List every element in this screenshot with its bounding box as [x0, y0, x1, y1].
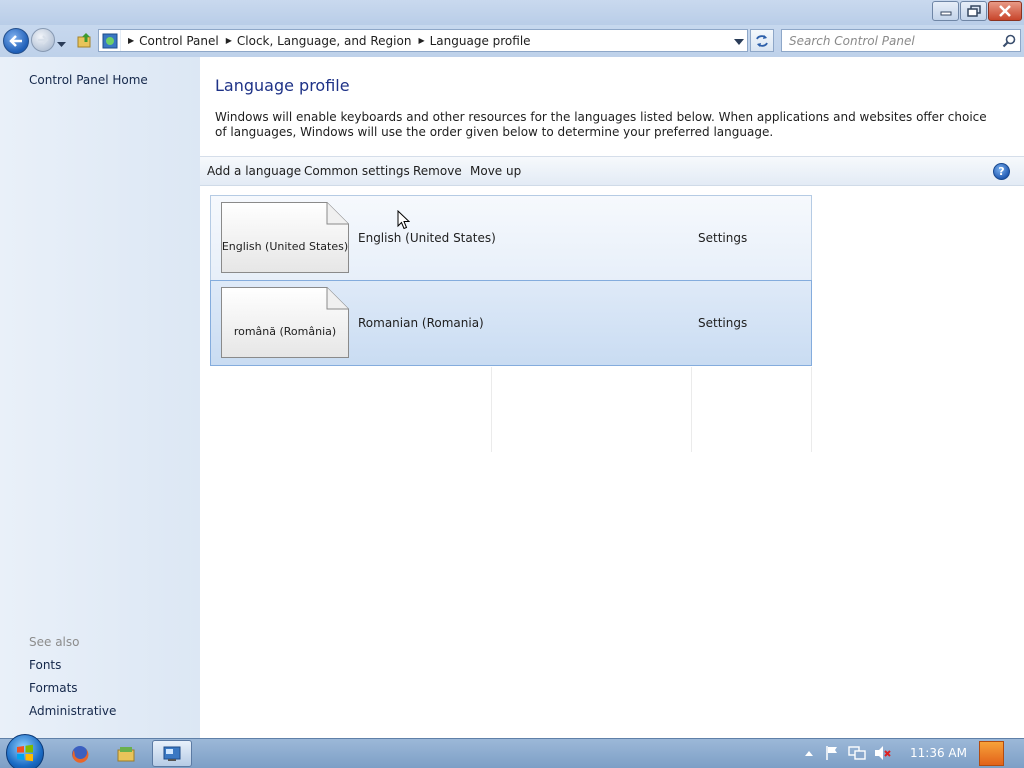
language-settings-link[interactable]: Settings	[698, 231, 747, 245]
page-description: Windows will enable keyboards and other …	[215, 110, 987, 139]
restore-icon	[966, 5, 981, 17]
close-icon	[999, 5, 1011, 17]
breadcrumb-clock-language-region[interactable]: Clock, Language, and Region	[237, 34, 412, 48]
windows-logo-icon	[17, 744, 33, 762]
taskbar-app-control-panel[interactable]	[152, 740, 192, 767]
command-bar: Add a language Common settings Remove Mo…	[200, 156, 1024, 186]
forward-button[interactable]	[31, 28, 55, 52]
language-row-romanian[interactable]: română (România) Romanian (Romania) Sett…	[210, 280, 812, 366]
see-also-formats-link[interactable]: Formats	[29, 681, 78, 695]
address-bar[interactable]: ▶ Control Panel ▶ Clock, Language, and R…	[98, 29, 748, 52]
volume-muted-icon[interactable]	[874, 745, 892, 761]
window-controls	[931, 1, 1022, 21]
back-button[interactable]	[3, 28, 29, 54]
maximize-button[interactable]	[960, 1, 987, 21]
language-tile: română (România)	[221, 287, 349, 358]
action-center-flag-icon[interactable]	[824, 745, 840, 761]
language-list: English (United States) English (United …	[210, 195, 812, 366]
task-pane: Control Panel Home See also Fonts Format…	[0, 57, 200, 738]
breadcrumb-separator-icon[interactable]: ▶	[128, 36, 134, 45]
show-desktop-button[interactable]	[979, 741, 1004, 766]
start-button[interactable]	[6, 734, 44, 768]
breadcrumb-separator-icon[interactable]: ▶	[226, 36, 232, 45]
notification-area	[804, 745, 892, 761]
search-input[interactable]	[782, 30, 992, 51]
column-divider	[691, 367, 692, 452]
folder-up-icon	[77, 33, 91, 48]
file-manager-icon	[117, 746, 135, 761]
control-panel-home-link[interactable]: Control Panel Home	[29, 73, 148, 87]
search-icon[interactable]	[1002, 34, 1016, 51]
add-language-button[interactable]: Add a language	[207, 164, 301, 178]
minimize-icon	[940, 11, 951, 16]
control-panel-icon	[163, 746, 181, 761]
mouse-cursor-icon	[397, 209, 411, 233]
breadcrumb-control-panel[interactable]: Control Panel	[139, 34, 219, 48]
language-name: English (United States)	[358, 231, 496, 245]
minimize-button[interactable]	[932, 1, 959, 21]
title-bar	[0, 0, 1024, 25]
show-hidden-icons-icon[interactable]	[804, 749, 814, 757]
taskbar-app-file-manager[interactable]	[106, 740, 146, 767]
navigation-bar: ▶ Control Panel ▶ Clock, Language, and R…	[0, 25, 1024, 57]
control-panel-icon	[99, 30, 121, 51]
document-icon	[221, 287, 349, 358]
refresh-button[interactable]	[750, 29, 774, 52]
close-button[interactable]	[988, 1, 1022, 21]
common-settings-button[interactable]: Common settings	[304, 164, 410, 178]
language-name: Romanian (Romania)	[358, 316, 484, 330]
help-icon[interactable]: ?	[993, 163, 1010, 180]
page-title: Language profile	[215, 76, 350, 95]
search-box	[781, 29, 1021, 52]
language-native-name: English (United States)	[221, 240, 349, 253]
move-up-button[interactable]: Move up	[470, 164, 521, 178]
taskbar: 11:36 AM	[0, 734, 1024, 768]
taskbar-app-firefox[interactable]	[60, 740, 100, 767]
document-icon	[221, 202, 349, 273]
breadcrumb-separator-icon[interactable]: ▶	[418, 36, 424, 45]
chevron-down-icon	[57, 42, 66, 47]
see-also-heading: See also	[29, 635, 80, 649]
remove-button[interactable]: Remove	[413, 164, 462, 178]
firefox-icon	[72, 745, 89, 763]
up-level-button[interactable]	[76, 31, 94, 52]
see-also-administrative-link[interactable]: Administrative	[29, 704, 116, 718]
chevron-down-icon	[734, 39, 744, 45]
system-clock[interactable]: 11:36 AM	[910, 746, 967, 760]
see-also-fonts-link[interactable]: Fonts	[29, 658, 61, 672]
network-icon[interactable]	[848, 745, 866, 761]
refresh-icon	[756, 34, 768, 47]
language-settings-link[interactable]: Settings	[698, 316, 747, 330]
column-divider	[491, 367, 492, 452]
address-dropdown-button[interactable]	[733, 36, 745, 50]
column-divider	[811, 367, 812, 452]
language-tile: English (United States)	[221, 202, 349, 273]
language-native-name: română (România)	[233, 325, 337, 338]
forward-arrow-icon	[38, 35, 49, 45]
recent-pages-dropdown[interactable]	[57, 37, 66, 51]
language-row-english[interactable]: English (United States) English (United …	[210, 195, 812, 281]
breadcrumb-language-profile[interactable]: Language profile	[430, 34, 531, 48]
main-content: Language profile Windows will enable key…	[200, 57, 1024, 738]
back-arrow-icon	[9, 35, 22, 47]
